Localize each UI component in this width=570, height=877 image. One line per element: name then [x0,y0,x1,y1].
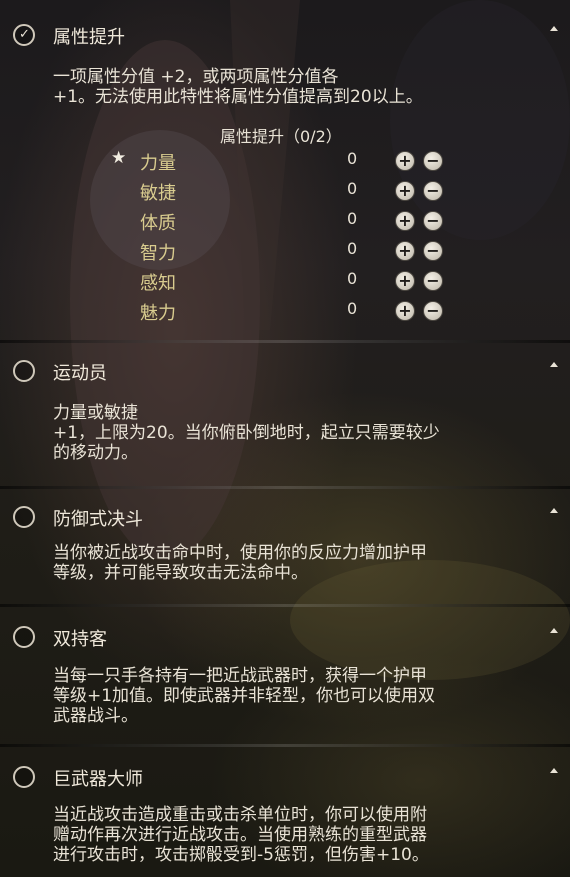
attribute-row-dex: 敏捷 0 + − [0,176,570,204]
minus-icon: − [426,301,440,320]
plus-icon: + [398,301,412,320]
feat-header[interactable]: 双持客 [0,622,570,654]
decrease-button[interactable]: − [423,181,443,201]
caret-up-icon[interactable] [550,26,558,31]
attribute-name: 智力 [140,243,176,264]
attribute-row-int: 智力 0 + − [0,236,570,264]
section-divider [0,744,570,747]
minus-icon: − [426,241,440,260]
caret-up-icon[interactable] [550,628,558,633]
caret-up-icon[interactable] [550,362,558,367]
feat-title: 运动员 [53,363,107,384]
feat-description: 当你被近战攻击命中时，使用你的反应力增加护甲 等级，并可能导致攻击无法命中。 [53,543,427,583]
star-icon: ★ [111,148,127,168]
increase-button[interactable]: + [395,151,415,171]
plus-icon: + [398,211,412,230]
attribute-value: 0 [347,149,358,168]
plus-icon: + [398,271,412,290]
increase-button[interactable]: + [395,241,415,261]
feat-title: 防御式决斗 [53,509,143,530]
attribute-name: 力量 [140,153,176,174]
attribute-row-con: 体质 0 + − [0,206,570,234]
feat-selection-panel: ✓ 属性提升 一项属性分值 +2，或两项属性分值各 +1。无法使用此特性将属性分… [0,0,570,877]
caret-up-icon[interactable] [550,508,558,513]
section-divider [0,604,570,607]
plus-icon: + [398,241,412,260]
increase-button[interactable]: + [395,211,415,231]
feat-description: 力量或敏捷 +1，上限为20。当你俯卧倒地时，起立只需要较少 的移动力。 [53,403,440,463]
feat-select-radio[interactable] [13,766,35,788]
feat-title: 属性提升 [53,27,125,48]
attribute-value: 0 [347,299,358,318]
minus-icon: − [426,151,440,170]
section-divider [0,486,570,489]
attribute-value: 0 [347,269,358,288]
attribute-value: 0 [347,209,358,228]
feat-select-radio[interactable]: ✓ [13,24,35,46]
feat-title: 双持客 [53,629,107,650]
attribute-row-str: ★ 力量 0 + − [0,146,570,174]
decrease-button[interactable]: − [423,301,443,321]
caret-up-icon[interactable] [550,768,558,773]
feat-description: 一项属性分值 +2，或两项属性分值各 +1。无法使用此特性将属性分值提高到20以… [53,67,423,107]
feat-select-radio[interactable] [13,626,35,648]
attribute-name: 感知 [140,273,176,294]
decrease-button[interactable]: − [423,241,443,261]
minus-icon: − [426,271,440,290]
feat-description: 当每一只手各持有一把近战武器时，获得一个护甲 等级+1加值。即使武器并非轻型，你… [53,666,436,726]
decrease-button[interactable]: − [423,211,443,231]
attribute-row-wis: 感知 0 + − [0,266,570,294]
attribute-name: 体质 [140,213,176,234]
ability-points-label: 属性提升（0/2） [220,127,342,146]
decrease-button[interactable]: − [423,151,443,171]
attribute-value: 0 [347,179,358,198]
feat-header[interactable]: ✓ 属性提升 [0,20,570,52]
feat-header[interactable]: 巨武器大师 [0,762,570,794]
minus-icon: − [426,181,440,200]
decrease-button[interactable]: − [423,271,443,291]
increase-button[interactable]: + [395,301,415,321]
attribute-row-cha: 魅力 0 + − [0,296,570,324]
feat-select-radio[interactable] [13,360,35,382]
increase-button[interactable]: + [395,181,415,201]
plus-icon: + [398,151,412,170]
plus-icon: + [398,181,412,200]
increase-button[interactable]: + [395,271,415,291]
feat-title: 巨武器大师 [53,769,143,790]
attribute-value: 0 [347,239,358,258]
section-divider [0,340,570,343]
attribute-name: 敏捷 [140,183,176,204]
feat-header[interactable]: 防御式决斗 [0,502,570,534]
attribute-name: 魅力 [140,303,176,324]
feat-header[interactable]: 运动员 [0,356,570,388]
feat-description: 当近战攻击造成重击或击杀单位时，你可以使用附 赠动作再次进行近战攻击。当使用熟练… [53,805,429,865]
minus-icon: − [426,211,440,230]
checkmark-icon: ✓ [19,27,30,42]
feat-select-radio[interactable] [13,506,35,528]
